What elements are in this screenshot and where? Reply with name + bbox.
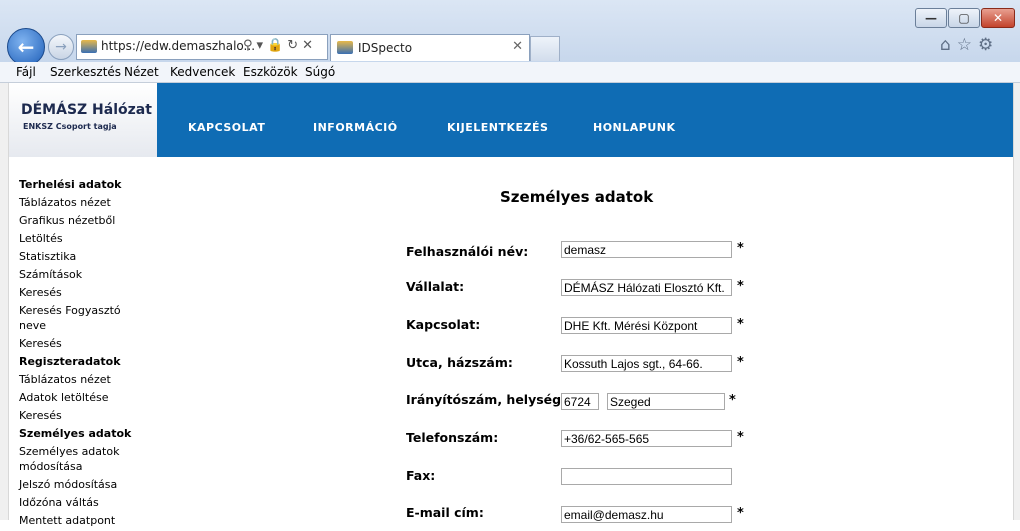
back-arrow-icon: ← [17, 35, 35, 59]
fax-field[interactable] [561, 468, 732, 485]
username-label: Felhasználói név: [406, 244, 529, 259]
favorites-star-icon[interactable]: ☆ [957, 35, 972, 55]
sidebar-item-kereses[interactable]: Keresés [19, 285, 149, 300]
company-label: Vállalat: [406, 279, 465, 294]
menu-favorites[interactable]: Kedvencek [170, 65, 235, 79]
tab-title: IDSpecto [358, 41, 413, 55]
address-tools: ⚲ ▾ 🔒 ↻ ✕ [243, 38, 317, 53]
refresh-icon[interactable]: ↻ [287, 38, 298, 53]
fax-label: Fax: [406, 468, 436, 483]
required-mark: * [737, 279, 744, 294]
search-icon[interactable]: ⚲ [243, 38, 253, 53]
site-logo[interactable]: DÉMÁSZ Hálózat ENKSZ Csoport tagja [9, 83, 157, 157]
sidebar-item-statisztika[interactable]: Statisztika [19, 249, 149, 264]
page-left-border [0, 83, 9, 520]
site-favicon-icon [81, 40, 97, 53]
menu-bar: Fájl Szerkesztés Nézet Kedvencek Eszközö… [0, 62, 1020, 83]
required-mark: * [737, 317, 744, 332]
menu-edit[interactable]: Szerkesztés [50, 65, 121, 79]
zip-field[interactable]: 6724 [561, 393, 599, 410]
tab-favicon-icon [337, 41, 353, 54]
required-mark: * [729, 393, 736, 408]
contact-label: Kapcsolat: [406, 317, 481, 332]
nav-kapcsolat[interactable]: KAPCSOLAT [188, 121, 265, 134]
browser-toolbar-icons: ⌂ ☆ ⚙ [940, 35, 999, 55]
required-mark: * [737, 355, 744, 370]
required-mark: * [737, 506, 744, 521]
zipcity-label: Irányítószám, helység: [406, 392, 567, 407]
minimize-icon: — [925, 11, 937, 25]
top-navigation: KAPCSOLAT INFORMÁCIÓ KIJELENTKEZÉS HONLA… [157, 83, 1013, 157]
required-mark: * [737, 241, 744, 256]
company-field[interactable]: DÉMÁSZ Hálózati Elosztó Kft. [561, 279, 732, 296]
home-icon[interactable]: ⌂ [940, 35, 951, 55]
sidebar-item-reg-tablazatos[interactable]: Táblázatos nézet [19, 372, 149, 387]
sidebar-menu: Terhelési adatok Táblázatos nézet Grafik… [19, 177, 149, 531]
close-window-button[interactable]: ✕ [981, 8, 1015, 28]
street-field[interactable]: Kossuth Lajos sgt., 64-66. [561, 355, 732, 372]
nav-honlapunk[interactable]: HONLAPUNK [593, 121, 676, 134]
sidebar-item-szemelyes-modositas[interactable]: Személyes adatok módosítása [19, 444, 149, 474]
email-label: E-mail cím: [406, 505, 484, 520]
sidebar-item-grafikus-nezet[interactable]: Grafikus nézetből [19, 213, 149, 228]
tab-idspecto[interactable]: IDSpecto ✕ [330, 34, 530, 61]
username-field[interactable]: demasz [561, 241, 732, 258]
sidebar-item-idozona[interactable]: Időzóna váltás [19, 495, 149, 510]
sidebar-item-jelszo-modositas[interactable]: Jelszó módosítása [19, 477, 149, 492]
sidebar-heading-terhelesi[interactable]: Terhelési adatok [19, 177, 149, 192]
phone-label: Telefonszám: [406, 430, 499, 445]
menu-view[interactable]: Nézet [124, 65, 159, 79]
page-title: Személyes adatok [500, 188, 654, 206]
required-mark: * [737, 430, 744, 445]
forward-button[interactable]: → [48, 34, 74, 60]
sidebar-item-szamitasok[interactable]: Számítások [19, 267, 149, 282]
contact-field[interactable]: DHE Kft. Mérési Központ [561, 317, 732, 334]
sidebar-item-tablazatos-nezet[interactable]: Táblázatos nézet [19, 195, 149, 210]
address-url[interactable]: https://edw.demaszhalo... [101, 39, 255, 53]
tab-close-icon[interactable]: ✕ [512, 39, 523, 54]
street-label: Utca, házszám: [406, 355, 513, 370]
phone-field[interactable]: +36/62-565-565 [561, 430, 732, 447]
sidebar-item-adatok-letoltese[interactable]: Adatok letöltése [19, 390, 149, 405]
close-icon: ✕ [992, 11, 1004, 25]
sidebar-heading-szemelyes[interactable]: Személyes adatok [19, 426, 149, 441]
address-bar[interactable]: https://edw.demaszhalo... ⚲ ▾ 🔒 ↻ ✕ [76, 34, 328, 60]
logo-subtitle: ENKSZ Csoport tagja [23, 122, 117, 131]
sidebar-item-kereses-2[interactable]: Keresés [19, 336, 149, 351]
logo-title: DÉMÁSZ Hálózat [21, 102, 152, 118]
new-tab-button[interactable] [530, 36, 560, 61]
dropdown-icon[interactable]: ▾ [257, 38, 264, 53]
menu-help[interactable]: Súgó [305, 65, 335, 79]
sidebar-item-letoltes[interactable]: Letöltés [19, 231, 149, 246]
web-page: DÉMÁSZ Hálózat ENKSZ Csoport tagja KAPCS… [0, 83, 1020, 527]
sidebar-item-kereses-fogyaszto[interactable]: Keresés Fogyasztó neve [19, 303, 149, 333]
maximize-button[interactable]: ▢ [948, 8, 980, 28]
menu-file[interactable]: Fájl [16, 65, 36, 79]
lock-icon[interactable]: 🔒 [267, 38, 283, 53]
city-field[interactable]: Szeged [607, 393, 725, 410]
sidebar-item-mentett-adatpont[interactable]: Mentett adatpont [19, 513, 149, 528]
menu-tools[interactable]: Eszközök [243, 65, 298, 79]
sidebar-heading-regiszteradatok[interactable]: Regiszteradatok [19, 354, 149, 369]
email-field[interactable]: email@demasz.hu [561, 506, 732, 523]
back-button[interactable]: ← [7, 28, 45, 66]
nav-informacio[interactable]: INFORMÁCIÓ [313, 121, 398, 134]
sidebar-item-reg-kereses[interactable]: Keresés [19, 408, 149, 423]
maximize-icon: ▢ [958, 11, 970, 25]
forward-arrow-icon: → [55, 39, 67, 55]
browser-titlebar: — ▢ ✕ ← → https://edw.demaszhalo... ⚲ ▾ 🔒 ↻… [0, 0, 1020, 66]
minimize-button[interactable]: — [915, 8, 947, 28]
gear-icon[interactable]: ⚙ [978, 35, 993, 55]
stop-icon[interactable]: ✕ [302, 38, 313, 53]
nav-kijelentkezes[interactable]: KIJELENTKEZÉS [447, 121, 548, 134]
page-right-border [1013, 83, 1020, 520]
